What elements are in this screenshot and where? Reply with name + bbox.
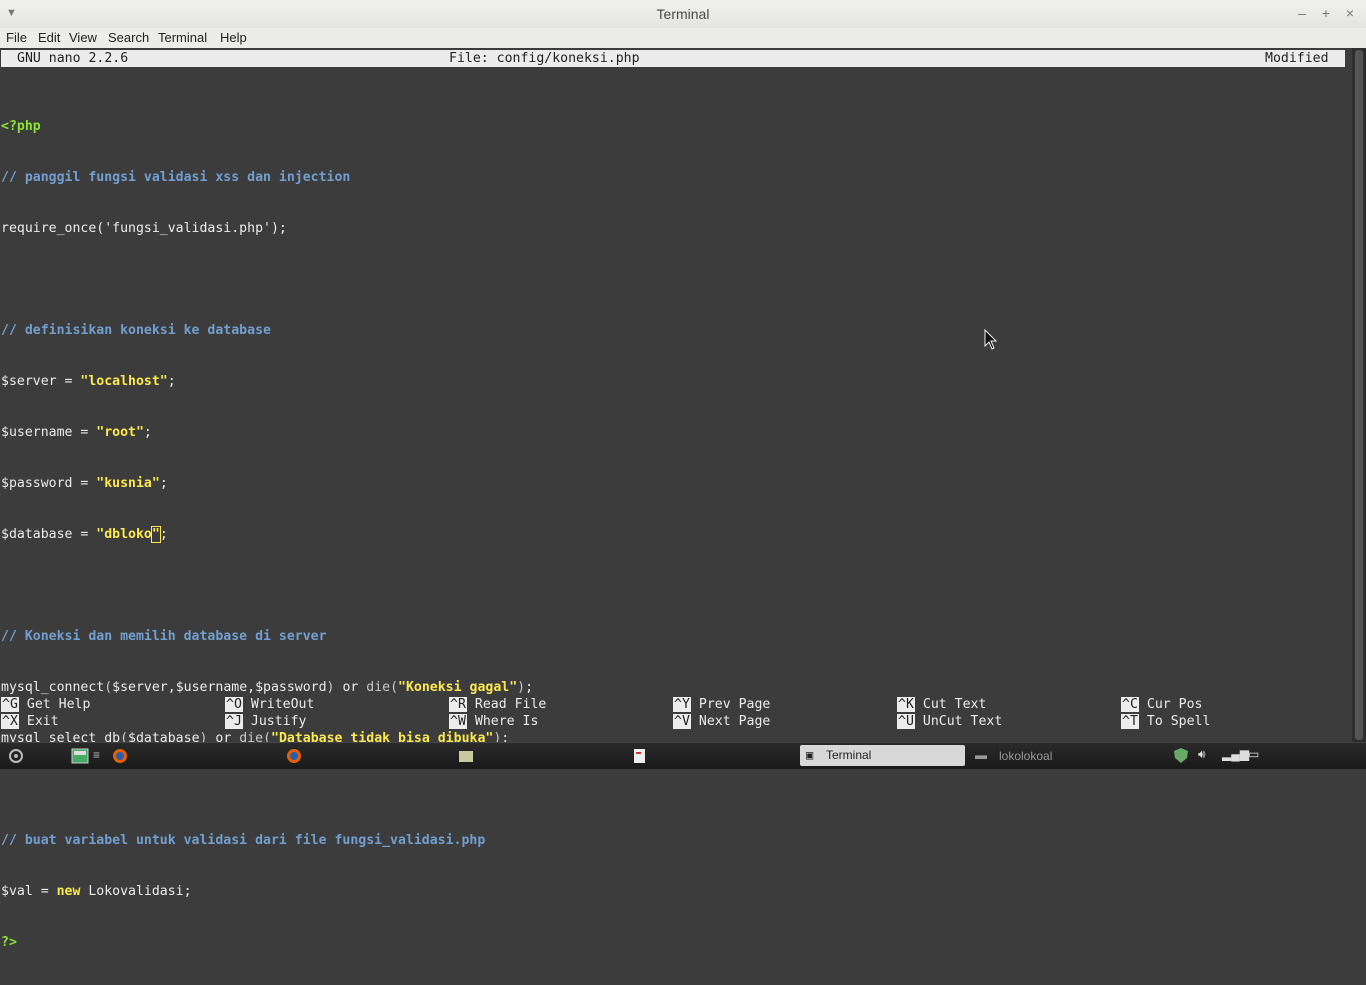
code-line: $database = "dbloko";	[1, 526, 168, 543]
shortcut-get-help[interactable]: ^G Get Help	[1, 696, 90, 713]
shortcut-prev-page[interactable]: ^Y Prev Page	[673, 696, 770, 713]
nano-status: Modified	[1265, 51, 1329, 66]
gear-icon[interactable]	[6, 746, 26, 766]
network-icon[interactable]: ▂▄▆	[1222, 747, 1249, 767]
nano-shortcuts: ^G Get Help ^O WriteOut ^R Read File ^Y Prev…	[1, 696, 1345, 934]
firefox-icon[interactable]	[110, 746, 130, 766]
code-line: <?php	[1, 119, 41, 134]
window-titlebar: ▼ Terminal – + ×	[0, 0, 1366, 29]
scrollbar-thumb[interactable]	[1355, 50, 1363, 740]
nano-version: GNU nano 2.2.6	[17, 51, 129, 66]
taskbar: ≡ ▣ Terminal ▬ lokolokoal 🔊︎ ▂▄▆ ▭	[0, 742, 1366, 769]
shortcut-exit[interactable]: ^X Exit	[1, 713, 59, 730]
nano-header: GNU nano 2.2.6 File: config/koneksi.php …	[1, 50, 1345, 67]
menu-view[interactable]: View	[69, 30, 97, 45]
minimize-icon[interactable]: –	[1294, 5, 1310, 21]
shortcut-read-file[interactable]: ^R Read File	[449, 696, 546, 713]
taskbar-other-task[interactable]: ▬ lokolokoal	[975, 745, 1105, 767]
menu-file[interactable]: File	[6, 30, 27, 45]
shortcut-writeout[interactable]: ^O WriteOut	[225, 696, 314, 713]
terminal-area[interactable]: GNU nano 2.2.6 File: config/koneksi.php …	[0, 48, 1352, 950]
firefox-window-icon[interactable]	[284, 746, 304, 766]
terminal-task-icon: ▣	[806, 748, 814, 762]
maximize-icon[interactable]: +	[1318, 5, 1334, 21]
shortcut-cur-pos[interactable]: ^C Cur Pos	[1121, 696, 1202, 713]
battery-icon[interactable]: ▭	[1248, 747, 1259, 767]
shortcut-justify[interactable]: ^J Justify	[225, 713, 306, 730]
code-line: ?>	[1, 935, 17, 950]
taskbar-terminal-task[interactable]: ▣ Terminal	[800, 745, 965, 766]
code-line: // Koneksi dan memilih database di serve…	[1, 629, 327, 644]
code-line: // definisikan koneksi ke database	[1, 323, 271, 338]
menu-search[interactable]: Search	[108, 30, 149, 45]
volume-icon[interactable]: 🔊︎	[1198, 747, 1206, 767]
shortcut-uncut-text[interactable]: ^U UnCut Text	[897, 713, 1002, 730]
code-line: // panggil fungsi validasi xss dan injec…	[1, 170, 351, 185]
taskbar-other-label: lokolokoal	[999, 749, 1053, 763]
code-line: $username = "root";	[1, 425, 152, 440]
close-icon[interactable]: ×	[1342, 5, 1358, 21]
terminal-scrollbar[interactable]	[1352, 48, 1366, 742]
terminal-app-icon[interactable]	[70, 746, 90, 766]
folder-icon[interactable]	[456, 746, 476, 766]
code-line: mysql_connect($server,$username,$passwor…	[1, 680, 534, 695]
code-line: require_once('fungsi_validasi.php');	[1, 221, 287, 236]
code-line: $password = "kusnia";	[1, 476, 168, 491]
shortcut-to-spell[interactable]: ^T To Spell	[1121, 713, 1210, 730]
shield-icon[interactable]	[1172, 746, 1190, 766]
mouse-pointer-icon	[984, 328, 998, 350]
menu-terminal[interactable]: Terminal	[158, 30, 207, 45]
shortcut-cut-text[interactable]: ^K Cut Text	[897, 696, 986, 713]
code-line: $server = "localhost";	[1, 374, 176, 389]
nano-filename: File: config/koneksi.php	[449, 51, 640, 66]
menubar: File Edit View Search Terminal Help	[0, 28, 1366, 48]
menu-list-icon[interactable]: ≡	[93, 748, 100, 768]
shortcut-next-page[interactable]: ^V Next Page	[673, 713, 770, 730]
window-title: Terminal	[656, 6, 710, 22]
menu-edit[interactable]: Edit	[38, 30, 60, 45]
shortcut-where-is[interactable]: ^W Where Is	[449, 713, 538, 730]
taskbar-terminal-label: Terminal	[826, 748, 872, 762]
window-task-icon: ▬	[975, 748, 987, 762]
document-icon[interactable]	[630, 746, 650, 766]
menu-help[interactable]: Help	[220, 30, 247, 45]
